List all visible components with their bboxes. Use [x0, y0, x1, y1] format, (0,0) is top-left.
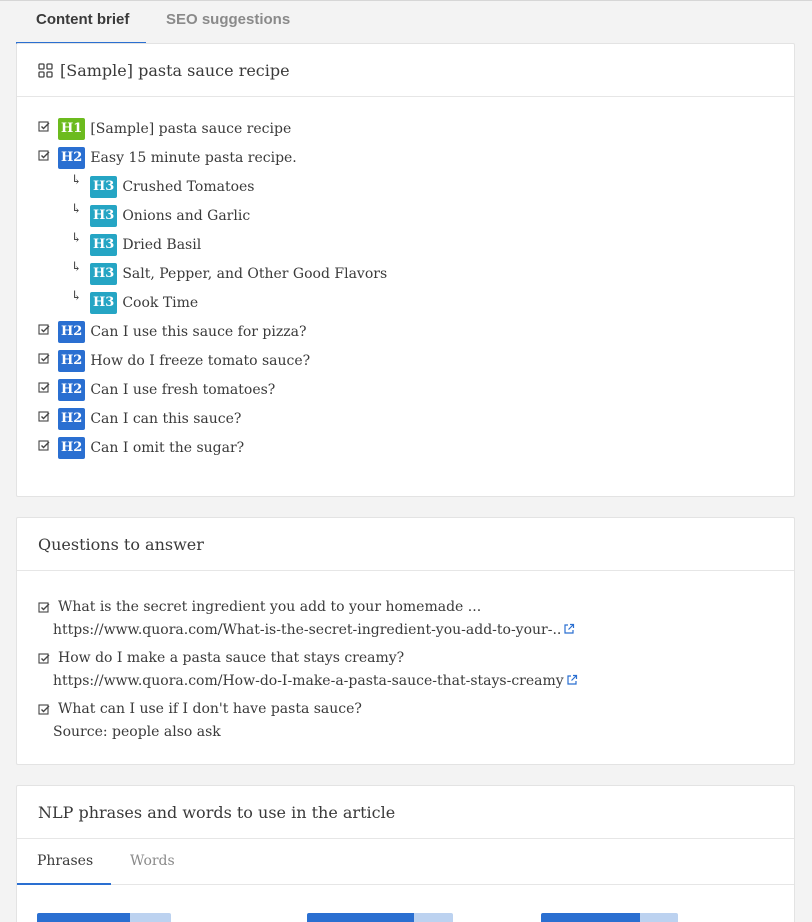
outline-item[interactable]: H2 Can I omit the sugar? [58, 436, 244, 460]
questions-card: Questions to answer What is the secret i… [16, 517, 795, 765]
external-link-icon[interactable] [564, 673, 578, 689]
brief-header: [Sample] pasta sauce recipe [17, 44, 794, 97]
heading-level-badge: H1 [58, 118, 86, 140]
outline-item-text: [Sample] pasta sauce recipe [90, 121, 292, 137]
heading-level-badge: H2 [58, 408, 86, 430]
outline-item-text: Crushed Tomatoes [122, 179, 255, 195]
checkbox-icon[interactable] [38, 437, 50, 451]
phrase-chip[interactable] [37, 913, 171, 922]
heading-level-badge: H2 [58, 437, 86, 459]
outline-item[interactable]: H2 Easy 15 minute pasta recipe. [58, 146, 297, 170]
phrase-chip[interactable] [307, 913, 453, 922]
tab-seo-suggestions[interactable]: SEO suggestions [166, 1, 290, 44]
outline-item[interactable]: H3 Salt, Pepper, and Other Good Flavors [90, 262, 387, 286]
tab-words[interactable]: Words [130, 839, 175, 885]
nlp-tabs: Phrases Words [17, 839, 794, 885]
heading-level-badge: H2 [58, 321, 86, 343]
outline-item-text: How do I freeze tomato sauce? [90, 353, 311, 369]
checkbox-icon[interactable] [38, 408, 50, 422]
main-tabs: Content brief SEO suggestions [16, 1, 795, 44]
grid-icon [38, 62, 53, 78]
outline-item[interactable]: H2 Can I can this sauce? [58, 407, 241, 431]
checkbox-icon[interactable] [38, 701, 50, 715]
brief-title: [Sample] pasta sauce recipe [60, 60, 290, 80]
outline-item-text: Easy 15 minute pasta recipe. [90, 150, 297, 166]
heading-level-badge: H3 [90, 205, 118, 227]
tab-phrases[interactable]: Phrases [17, 839, 111, 885]
checkbox-icon[interactable] [38, 379, 50, 393]
subheading-arrow-icon: ↳ [71, 260, 82, 275]
subheading-arrow-icon: ↳ [71, 231, 82, 246]
nlp-title: NLP phrases and words to use in the arti… [38, 802, 396, 822]
question-text: What can I use if I don't have pasta sau… [58, 701, 362, 717]
question-text: How do I make a pasta sauce that stays c… [58, 650, 405, 666]
source-link[interactable]: https://www.quora.com/What-is-the-secret… [53, 622, 575, 638]
heading-level-badge: H3 [90, 263, 118, 285]
heading-level-badge: H3 [90, 234, 118, 256]
source-text: Source: people also ask [53, 724, 221, 740]
checkbox-icon[interactable] [38, 147, 50, 161]
subheading-arrow-icon: ↳ [71, 202, 82, 217]
outline-item[interactable]: H1 [Sample] pasta sauce recipe [58, 117, 291, 141]
outline-item[interactable]: H3 Crushed Tomatoes [90, 175, 254, 199]
checkbox-icon[interactable] [38, 350, 50, 364]
questions-title: Questions to answer [38, 534, 204, 554]
checkbox-icon[interactable] [38, 599, 50, 613]
outline-item-text: Dried Basil [122, 237, 202, 253]
subheading-arrow-icon: ↳ [71, 173, 82, 188]
external-link-icon[interactable] [561, 622, 575, 638]
outline-item-text: Can I use fresh tomatoes? [90, 382, 276, 398]
heading-level-badge: H3 [90, 176, 118, 198]
outline-item-text: Salt, Pepper, and Other Good Flavors [122, 266, 388, 282]
checkbox-icon[interactable] [38, 650, 50, 664]
outline-item[interactable]: H3 Cook Time [90, 291, 198, 315]
checkbox-icon[interactable] [38, 321, 50, 335]
outline-item-text: Can I omit the sugar? [90, 440, 245, 456]
nlp-card: NLP phrases and words to use in the arti… [16, 785, 795, 922]
questions-header: Questions to answer [17, 518, 794, 571]
outline-item-text: Cook Time [122, 295, 199, 311]
subheading-arrow-icon: ↳ [71, 289, 82, 304]
question-text: What is the secret ingredient you add to… [58, 599, 482, 615]
nlp-header: NLP phrases and words to use in the arti… [17, 786, 794, 839]
tab-content-brief[interactable]: Content brief [16, 1, 146, 44]
outline-item[interactable]: H2 How do I freeze tomato sauce? [58, 349, 310, 373]
outline-item-text: Onions and Garlic [122, 208, 251, 224]
checkbox-icon[interactable] [38, 118, 50, 132]
heading-level-badge: H2 [58, 147, 86, 169]
heading-level-badge: H2 [58, 350, 86, 372]
phrase-chip[interactable] [541, 913, 678, 922]
content-brief-card: [Sample] pasta sauce recipe H1 [Sample] p… [16, 43, 795, 497]
heading-level-badge: H2 [58, 379, 86, 401]
outline-item-text: Can I use this sauce for pizza? [90, 324, 307, 340]
outline-item[interactable]: H2 Can I use fresh tomatoes? [58, 378, 275, 402]
source-link[interactable]: https://www.quora.com/How-do-I-make-a-pa… [53, 673, 578, 689]
outline-item-text: Can I can this sauce? [90, 411, 242, 427]
outline-item[interactable]: H3 Dried Basil [90, 233, 201, 257]
outline-item[interactable]: H2 Can I use this sauce for pizza? [58, 320, 306, 344]
heading-level-badge: H3 [90, 292, 118, 314]
outline-item[interactable]: H3 Onions and Garlic [90, 204, 250, 228]
